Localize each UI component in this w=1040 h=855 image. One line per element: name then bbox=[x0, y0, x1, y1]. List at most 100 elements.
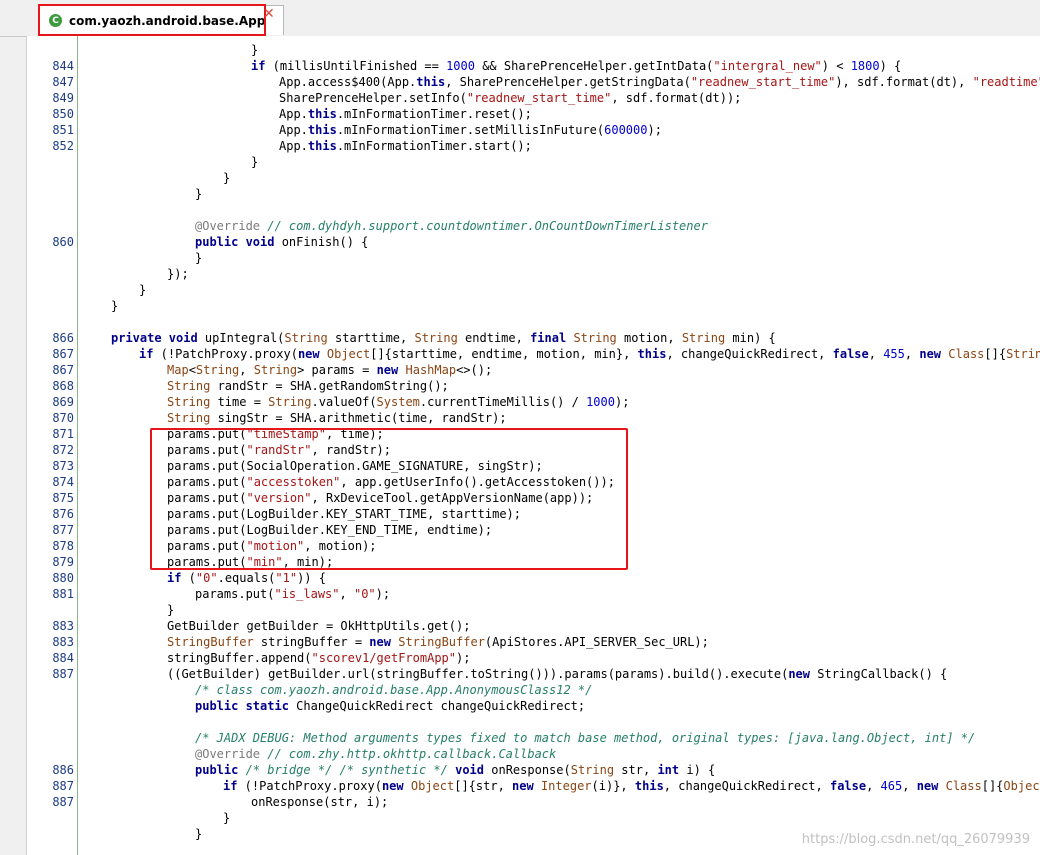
code-token: Object bbox=[326, 347, 371, 361]
code-text: App.this.mInFormationTimer.setMillisInFu… bbox=[279, 122, 662, 138]
code-line: 844 if (millisUntilFinished == 1000 && Sh… bbox=[27, 58, 1040, 74]
code-token: > params = bbox=[297, 363, 377, 377]
code-text: StringBuffer stringBuffer = new StringBu… bbox=[167, 634, 709, 650]
code-token: App. bbox=[279, 107, 308, 121]
code-token: Class bbox=[945, 779, 982, 793]
code-token: starttime, bbox=[327, 331, 415, 345]
line-number: 849 bbox=[52, 91, 74, 105]
code-token: params.put( bbox=[167, 427, 247, 441]
code-line: } bbox=[27, 186, 1040, 202]
code-token: void bbox=[455, 763, 485, 777]
code-token: "readnew_start_time" bbox=[466, 91, 612, 105]
code-token: (millisUntilFinished == bbox=[265, 59, 447, 73]
code-token: // com.dyhdyh.support.countdowntimer.OnC… bbox=[260, 219, 708, 233]
code-token: App. bbox=[279, 139, 308, 153]
code-text: ((GetBuilder) getBuilder.url(stringBuffe… bbox=[167, 666, 947, 682]
code-token: } bbox=[139, 283, 147, 297]
code-token: public bbox=[195, 763, 239, 777]
code-token: []{ bbox=[981, 779, 1004, 793]
code-token: if bbox=[251, 59, 266, 73]
line-number: 876 bbox=[52, 507, 74, 521]
code-token: onResponse(str, i); bbox=[251, 795, 389, 809]
code-text: params.put("version", RxDeviceTool.getAp… bbox=[167, 490, 593, 506]
code-text: String randStr = SHA.getRandomString(); bbox=[167, 378, 449, 394]
code-token: .valueOf( bbox=[311, 395, 377, 409]
line-number: 883 bbox=[52, 619, 74, 633]
code-token: , changeQuickRedirect, bbox=[663, 779, 830, 793]
code-token: false bbox=[829, 779, 867, 793]
code-token: .mInFormationTimer.setMillisInFuture( bbox=[336, 123, 605, 137]
code-line: } bbox=[27, 602, 1040, 618]
code-token: new bbox=[376, 363, 399, 377]
code-text: } bbox=[223, 810, 230, 826]
code-token: @Override bbox=[195, 747, 261, 761]
code-token: "motion" bbox=[246, 539, 305, 553]
line-number: 860 bbox=[52, 235, 74, 249]
code-token: } bbox=[251, 155, 259, 169]
code-token: Object bbox=[1003, 779, 1040, 793]
code-token: Class bbox=[948, 347, 985, 361]
code-token: /* bridge */ /* synthetic */ bbox=[238, 763, 448, 777]
code-line: } bbox=[27, 298, 1040, 314]
code-token: , bbox=[866, 779, 881, 793]
code-token: App. bbox=[279, 123, 308, 137]
code-text: } bbox=[167, 602, 174, 618]
code-text: stringBuffer.append("scorev1/getFromApp"… bbox=[167, 650, 470, 666]
code-token: // com.zhy.http.okhttp.callback.Callback bbox=[260, 747, 557, 761]
line-number: 867 bbox=[52, 347, 74, 361]
code-line: 884 stringBuffer.append("scorev1/getFromA… bbox=[27, 650, 1040, 666]
code-text: /* class com.yaozh.android.base.App.Anon… bbox=[195, 682, 592, 698]
code-token: endtime, bbox=[457, 331, 531, 345]
code-token: String bbox=[167, 395, 211, 409]
code-line: 847 App.access$400(App.this, SharePrenceH… bbox=[27, 74, 1040, 90]
code-token: String bbox=[167, 379, 211, 393]
line-number: 870 bbox=[52, 411, 74, 425]
code-text: params.put("randStr", randStr); bbox=[167, 442, 391, 458]
code-token: (!PatchProxy.proxy( bbox=[153, 347, 298, 361]
code-line: 867 if (!PatchProxy.proxy(new Object[]{st… bbox=[27, 346, 1040, 362]
line-number: 873 bbox=[52, 459, 74, 473]
code-token: SharePrenceHelper.setInfo( bbox=[279, 91, 467, 105]
code-text: } bbox=[139, 282, 146, 298]
code-token: 1800 bbox=[850, 59, 880, 73]
code-token: ); bbox=[456, 651, 471, 665]
code-line: 867 Map<String, String> params = new Hash… bbox=[27, 362, 1040, 378]
editor-tab[interactable]: C com.yaozh.android.base.App bbox=[38, 5, 284, 35]
code-text: App.access$400(App.this, SharePrenceHelp… bbox=[279, 74, 1040, 90]
code-token: stringBuffer = bbox=[253, 635, 370, 649]
code-line: 878 params.put("motion", motion); bbox=[27, 538, 1040, 554]
code-text: params.put("is_laws", "0"); bbox=[195, 586, 390, 602]
code-token: StringBuffer bbox=[398, 635, 485, 649]
left-panel-strip bbox=[0, 0, 27, 855]
close-icon[interactable]: ✕ bbox=[263, 5, 275, 23]
code-text: @Override // com.zhy.http.okhttp.callbac… bbox=[195, 746, 556, 762]
code-token: String bbox=[268, 395, 312, 409]
code-editor[interactable]: } 844 if (millisUntilFinished == 1000 && S… bbox=[27, 36, 1040, 855]
code-text: } bbox=[223, 170, 230, 186]
line-number: 868 bbox=[52, 379, 74, 393]
code-line: 875 params.put("version", RxDeviceTool.ge… bbox=[27, 490, 1040, 506]
code-token: StringCallback() { bbox=[810, 667, 948, 681]
code-text: } bbox=[251, 154, 258, 170]
code-token: } bbox=[195, 251, 203, 265]
code-token: }); bbox=[167, 267, 189, 281]
code-text: }); bbox=[167, 266, 189, 282]
code-token: new bbox=[916, 779, 939, 793]
code-text: Map<String, String> params = new HashMap… bbox=[167, 362, 492, 378]
code-token: new bbox=[297, 347, 320, 361]
code-text: if (millisUntilFinished == 1000 && Share… bbox=[251, 58, 901, 74]
code-token: "min" bbox=[246, 555, 283, 569]
code-line: } bbox=[27, 282, 1040, 298]
code-token: upIntegral( bbox=[197, 331, 285, 345]
code-token: ) { bbox=[879, 59, 902, 73]
line-number: 887 bbox=[52, 795, 74, 809]
code-token: < bbox=[188, 363, 196, 377]
code-token: StringBuffer bbox=[167, 635, 254, 649]
code-line: 887 onResponse(str, i); bbox=[27, 794, 1040, 810]
code-text: String singStr = SHA.arithmetic(time, ra… bbox=[167, 410, 507, 426]
line-number: 875 bbox=[52, 491, 74, 505]
code-line: 883 StringBuffer stringBuffer = new Strin… bbox=[27, 634, 1040, 650]
code-line: 872 params.put("randStr", randStr); bbox=[27, 442, 1040, 458]
